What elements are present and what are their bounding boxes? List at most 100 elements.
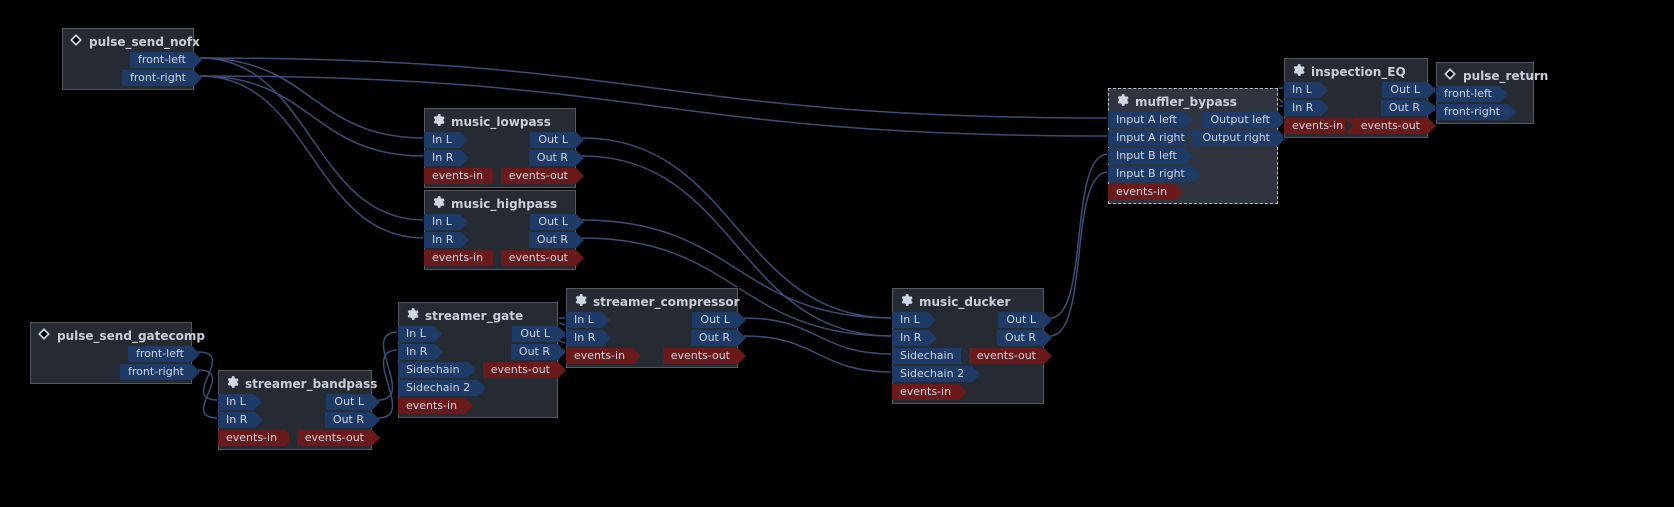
port-out-Out-R[interactable]: Out R <box>511 344 558 360</box>
port-in-In-L[interactable]: In L <box>218 394 254 410</box>
wire[interactable] <box>378 350 398 418</box>
node-title: pulse_return <box>1437 63 1533 86</box>
node-title: pulse_send_gatecomp <box>31 323 191 346</box>
node-title: pulse_send_nofx <box>63 29 193 52</box>
port-out-front-left[interactable]: front-left <box>128 346 192 362</box>
port-out-events-out[interactable]: events-out <box>483 362 558 378</box>
port-in-Sidechain[interactable]: Sidechain <box>398 362 468 378</box>
wire[interactable] <box>1050 154 1108 318</box>
port-in-events-in[interactable]: events-in <box>566 348 633 364</box>
port-in-front-right[interactable]: front-right <box>1436 104 1508 120</box>
port-in-In-L[interactable]: In L <box>1284 82 1320 98</box>
node-title: inspection_EQ <box>1285 59 1427 82</box>
port-in-Input-B-left[interactable]: Input B left <box>1108 148 1185 164</box>
port-in-events-in[interactable]: events-in <box>892 384 959 400</box>
wire[interactable] <box>744 336 892 372</box>
port-in-Sidechain-2[interactable]: Sidechain 2 <box>892 366 972 382</box>
node-title: music_highpass <box>425 191 575 214</box>
wire[interactable] <box>200 76 424 238</box>
wire[interactable] <box>200 58 424 138</box>
node-title-text: streamer_compressor <box>593 295 740 309</box>
wire[interactable] <box>200 58 424 220</box>
port-in-events-in[interactable]: events-in <box>424 168 491 184</box>
port-out-Out-L[interactable]: Out L <box>512 326 558 342</box>
port-out-events-out[interactable]: events-out <box>969 348 1044 364</box>
port-out-front-right[interactable]: front-right <box>120 364 192 380</box>
wire[interactable] <box>198 370 218 418</box>
port-in-In-L[interactable]: In L <box>566 312 602 328</box>
node-pulse_send_gatecomp[interactable]: pulse_send_gatecompfront-left front-right <box>30 322 192 384</box>
port-out-Out-R[interactable]: Out R <box>529 232 576 248</box>
node-title-text: muffler_bypass <box>1135 95 1237 109</box>
node-streamer_gate[interactable]: streamer_gateIn LOut LIn ROut RSidechain… <box>398 302 558 418</box>
gear-icon <box>225 375 239 392</box>
port-out-Out-L[interactable]: Out L <box>692 312 738 328</box>
port-out-Out-R[interactable]: Out R <box>1381 100 1428 116</box>
port-out-Output-left[interactable]: Output left <box>1202 112 1278 128</box>
port-in-Input-B-right[interactable]: Input B right <box>1108 166 1193 182</box>
port-out-Out-L[interactable]: Out L <box>1382 82 1428 98</box>
node-title-text: music_highpass <box>451 197 557 211</box>
port-in-Sidechain[interactable]: Sidechain <box>892 348 962 364</box>
diamond-icon <box>69 33 83 50</box>
port-in-events-in[interactable]: events-in <box>1108 184 1175 200</box>
node-music_ducker[interactable]: music_duckerIn LOut LIn ROut RSidechaine… <box>892 288 1044 404</box>
port-out-Out-L[interactable]: Out L <box>530 132 576 148</box>
port-out-events-out[interactable]: events-out <box>501 168 576 184</box>
diamond-icon <box>1443 67 1457 84</box>
port-in-In-L[interactable]: In L <box>424 132 460 148</box>
port-in-In-R[interactable]: In R <box>424 232 461 248</box>
port-out-front-right[interactable]: front-right <box>122 70 194 86</box>
gear-icon <box>899 293 913 310</box>
port-in-Input-A-right[interactable]: Input A right <box>1108 130 1193 146</box>
port-in-events-in[interactable]: events-in <box>1284 118 1351 134</box>
port-in-In-R[interactable]: In R <box>398 344 435 360</box>
port-in-front-left[interactable]: front-left <box>1436 86 1500 102</box>
node-inspection_EQ[interactable]: inspection_EQIn L Out L In R Out R events-in… <box>1284 58 1428 138</box>
gear-icon <box>1291 63 1305 80</box>
port-in-events-in[interactable]: events-in <box>424 250 491 266</box>
node-streamer_bandpass[interactable]: streamer_bandpassIn LOut LIn ROut Revent… <box>218 370 372 450</box>
wire[interactable] <box>378 332 398 400</box>
node-music_highpass[interactable]: music_highpass In L Out L In R Out R events-i… <box>424 190 576 270</box>
port-in-Sidechain-2[interactable]: Sidechain 2 <box>398 380 478 396</box>
port-in-events-in[interactable]: events-in <box>398 398 465 414</box>
port-out-Output-right[interactable]: Output right <box>1194 130 1278 146</box>
port-out-Out-L[interactable]: Out L <box>326 394 372 410</box>
node-muffler_bypass[interactable]: muffler_bypass Input A left Output left Inp… <box>1108 88 1278 204</box>
node-title: music_lowpass <box>425 109 575 132</box>
wire[interactable] <box>1050 172 1108 336</box>
wire[interactable] <box>200 58 1108 118</box>
port-out-events-out[interactable]: events-out <box>501 250 576 266</box>
port-in-In-R[interactable]: In R <box>892 330 929 346</box>
port-out-events-out[interactable]: events-out <box>297 430 372 446</box>
port-in-In-L[interactable]: In L <box>424 214 460 230</box>
wire[interactable] <box>200 76 1108 136</box>
port-in-In-L[interactable]: In L <box>398 326 434 342</box>
node-pulse_send_nofx[interactable]: pulse_send_nofxfront-left front-right <box>62 28 194 90</box>
port-out-Out-L[interactable]: Out L <box>998 312 1044 328</box>
port-in-In-R[interactable]: In R <box>424 150 461 166</box>
port-out-Out-R[interactable]: Out R <box>325 412 372 428</box>
port-out-Out-R[interactable]: Out R <box>691 330 738 346</box>
port-in-In-R[interactable]: In R <box>218 412 255 428</box>
diamond-icon <box>37 327 51 344</box>
port-in-In-R[interactable]: In R <box>566 330 603 346</box>
port-out-front-left[interactable]: front-left <box>130 52 194 68</box>
port-in-In-L[interactable]: In L <box>892 312 928 328</box>
port-out-Out-R[interactable]: Out R <box>529 150 576 166</box>
port-out-events-out[interactable]: events-out <box>1353 118 1428 134</box>
port-in-events-in[interactable]: events-in <box>218 430 285 446</box>
port-out-events-out[interactable]: events-out <box>663 348 738 364</box>
port-out-Out-L[interactable]: Out L <box>530 214 576 230</box>
node-title: streamer_compressor <box>567 289 737 312</box>
port-in-Input-A-left[interactable]: Input A left <box>1108 112 1185 128</box>
port-in-In-R[interactable]: In R <box>1284 100 1321 116</box>
wire[interactable] <box>198 352 218 400</box>
node-pulse_return[interactable]: pulse_returnfront-left front-right <box>1436 62 1534 124</box>
port-out-Out-R[interactable]: Out R <box>997 330 1044 346</box>
node-music_lowpass[interactable]: music_lowpassIn L Out L In R Out R events-in… <box>424 108 576 188</box>
wire[interactable] <box>744 318 892 354</box>
wire[interactable] <box>200 76 424 156</box>
node-streamer_compressor[interactable]: streamer_compressor In L Out L In R Out R eve… <box>566 288 738 368</box>
